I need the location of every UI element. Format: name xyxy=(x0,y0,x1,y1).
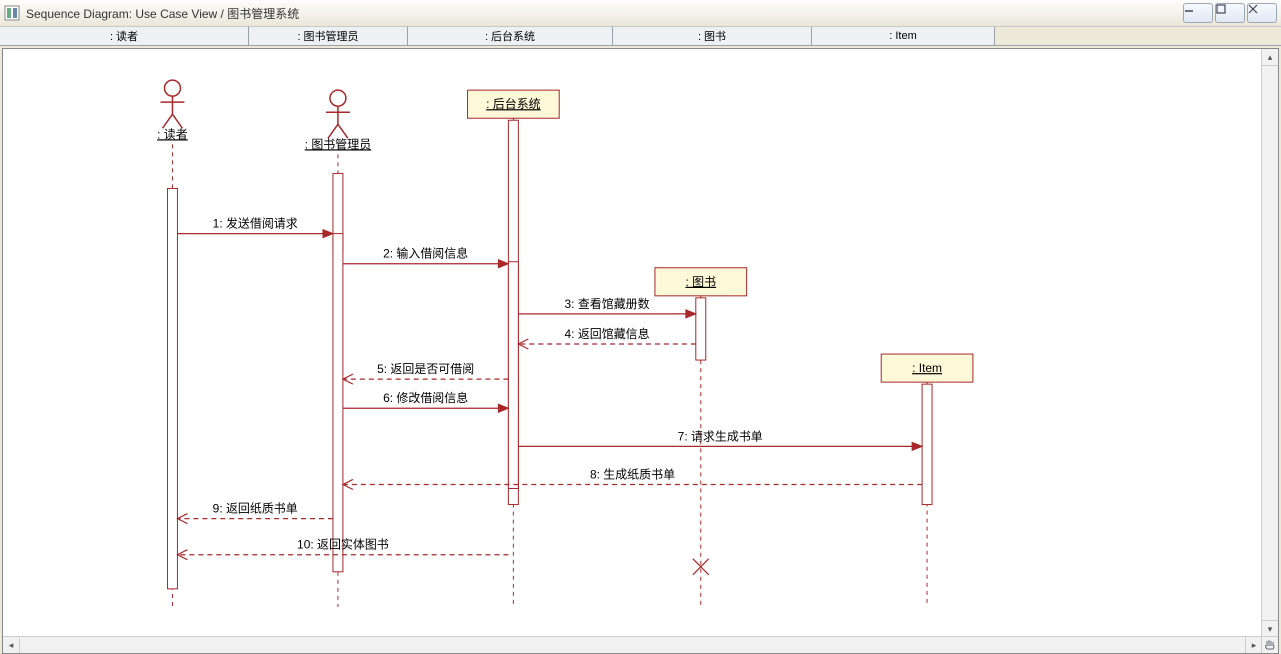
diagram-canvas[interactable]: : 读者 : 图书管理员 : 后台系统 : 图书 : Item 1: 发送借阅请求 2: 输… xyxy=(3,49,1262,637)
svg-text:4: 返回馆藏信息: 4: 返回馆藏信息 xyxy=(565,326,650,341)
svg-text:10: 返回实体图书: 10: 返回实体图书 xyxy=(297,537,389,552)
minimize-button[interactable] xyxy=(1183,3,1213,23)
window-title: Sequence Diagram: Use Case View / 图书管理系统 xyxy=(26,5,1183,22)
lifeline-tabs: : 读者: 图书管理员: 后台系统: 图书: Item xyxy=(0,27,1281,46)
tab- 图书管理员[interactable]: : 图书管理员 xyxy=(249,27,408,45)
diagram-viewport: : 读者 : 图书管理员 : 后台系统 : 图书 : Item 1: 发送借阅请求 2: 输… xyxy=(2,48,1279,654)
app-window: Sequence Diagram: Use Case View / 图书管理系统… xyxy=(0,0,1281,652)
tab- item[interactable]: : Item xyxy=(812,27,995,45)
svg-text:2: 输入借阅信息: 2: 输入借阅信息 xyxy=(383,246,468,261)
close-button[interactable] xyxy=(1247,3,1277,23)
svg-text:3: 查看馆藏册数: 3: 查看馆藏册数 xyxy=(565,296,650,311)
maximize-button[interactable] xyxy=(1215,3,1245,23)
tab- 图书[interactable]: : 图书 xyxy=(613,27,812,45)
svg-text:: 图书管理员: : 图书管理员 xyxy=(305,136,371,151)
svg-text:: 图书: : 图书 xyxy=(685,275,716,289)
scroll-left-icon[interactable]: ◂ xyxy=(3,638,20,654)
titlebar: Sequence Diagram: Use Case View / 图书管理系统 xyxy=(0,0,1281,27)
vertical-scrollbar[interactable]: ▴ ▾ xyxy=(1261,49,1278,637)
pan-tool-icon[interactable] xyxy=(1261,636,1278,653)
svg-text:5: 返回是否可借阅: 5: 返回是否可借阅 xyxy=(377,362,474,376)
svg-text:: Item: : Item xyxy=(912,361,942,375)
tab- 后台系统[interactable]: : 后台系统 xyxy=(408,27,613,45)
app-icon xyxy=(4,5,20,21)
svg-text:8: 生成纸质书单: 8: 生成纸质书单 xyxy=(590,467,675,481)
tab- 读者[interactable]: : 读者 xyxy=(0,27,249,45)
scroll-up-icon[interactable]: ▴ xyxy=(1262,49,1278,66)
svg-text:7: 请求生成书单: 7: 请求生成书单 xyxy=(678,429,763,443)
horizontal-scrollbar[interactable]: ◂ ▸ xyxy=(3,636,1262,653)
scroll-down-icon[interactable]: ▾ xyxy=(1262,620,1278,637)
svg-text:: 后台系统: : 后台系统 xyxy=(486,96,540,111)
scroll-right-icon[interactable]: ▸ xyxy=(1245,637,1262,653)
svg-text:: 读者: : 读者 xyxy=(157,127,188,141)
svg-text:9: 返回纸质书单: 9: 返回纸质书单 xyxy=(213,502,298,516)
window-buttons xyxy=(1183,3,1277,23)
svg-text:1: 发送借阅请求: 1: 发送借阅请求 xyxy=(213,216,298,231)
sequence-diagram-svg: : 读者 : 图书管理员 : 后台系统 : 图书 : Item 1: 发送借阅请求 2: 输… xyxy=(3,49,1262,637)
svg-text:6: 修改借阅信息: 6: 修改借阅信息 xyxy=(383,390,468,405)
